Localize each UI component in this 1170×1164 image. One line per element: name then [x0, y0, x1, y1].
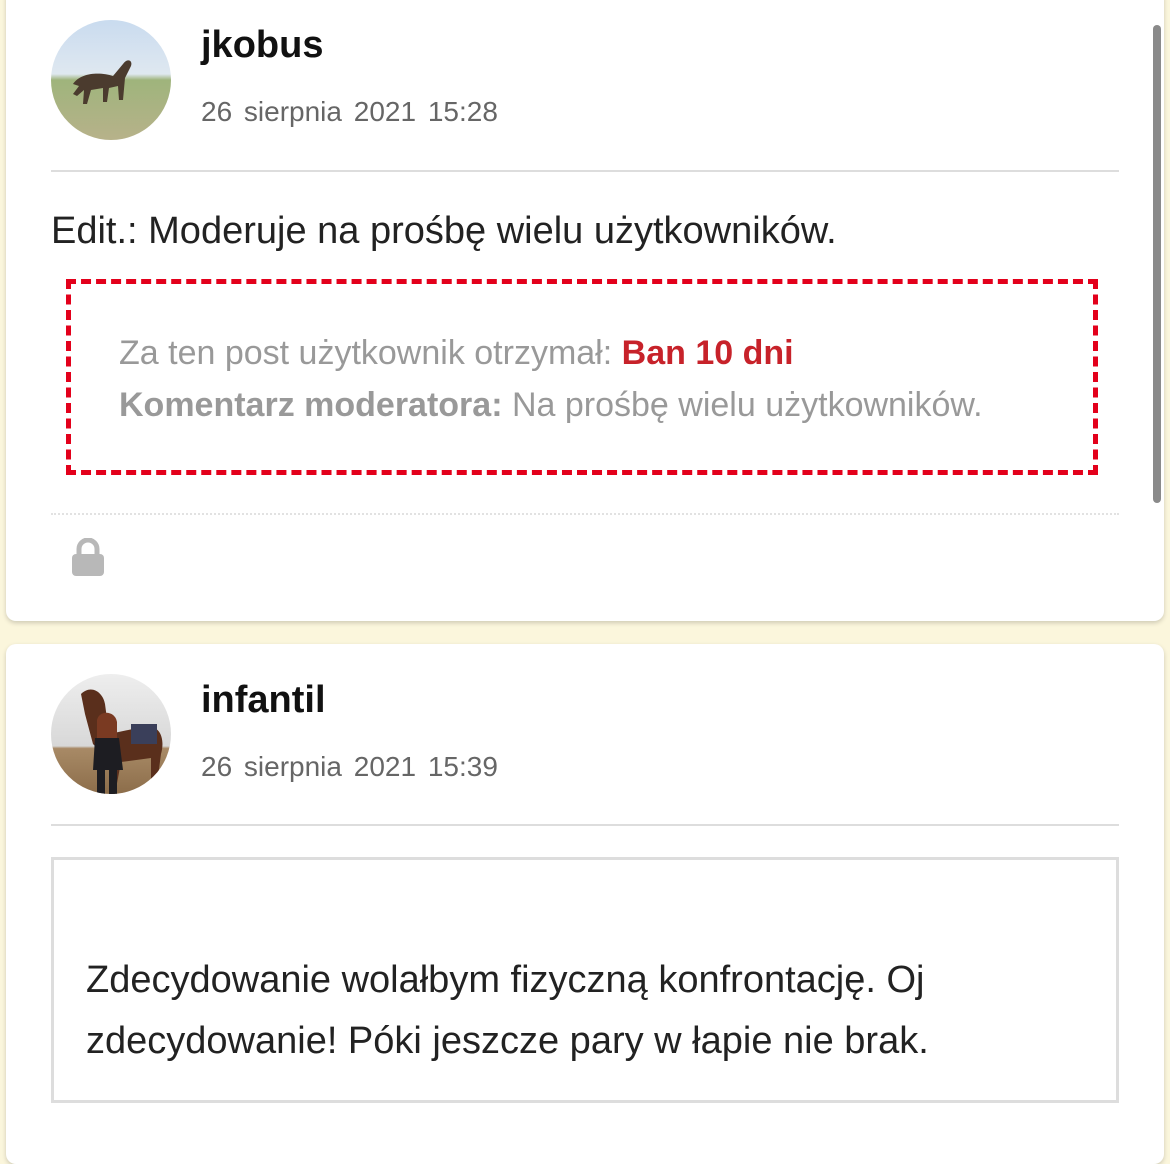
scrollbar[interactable]	[1153, 25, 1161, 503]
avatar[interactable]	[51, 674, 171, 794]
penalty-value: Ban 10 dni	[621, 334, 794, 372]
post-card: infantil 26 sierpnia 2021 15:39 Zdecydow…	[6, 644, 1164, 1164]
quote-box: Zdecydowanie wolałbym fizyczną konfronta…	[51, 857, 1119, 1103]
post-time: 15:28	[427, 96, 498, 127]
quote-text: Zdecydowanie wolałbym fizyczną konfronta…	[86, 959, 929, 1062]
post-timestamp: 26 sierpnia 2021 15:28	[201, 96, 498, 128]
username[interactable]: infantil	[201, 679, 326, 722]
header-divider	[51, 170, 1119, 172]
moderator-comment-line: Komentarz moderatora: Na prośbę wielu uż…	[119, 386, 983, 425]
username[interactable]: jkobus	[201, 24, 323, 67]
penalty-prefix: Za ten post użytkownik otrzymał:	[119, 334, 613, 372]
moderator-comment: Na prośbę wielu użytkowników.	[511, 386, 983, 424]
post-date: 26 sierpnia 2021	[201, 751, 417, 782]
post-date: 26 sierpnia 2021	[201, 96, 417, 127]
penalty-line: Za ten post użytkownik otrzymał: Ban 10 …	[119, 334, 794, 373]
moderation-notice: Za ten post użytkownik otrzymał: Ban 10 …	[66, 279, 1098, 475]
header-divider	[51, 824, 1119, 826]
avatar[interactable]	[51, 20, 171, 140]
post-body: Edit.: Moderuje na prośbę wielu użytkown…	[51, 210, 837, 252]
moderator-comment-label: Komentarz moderatora:	[119, 386, 503, 424]
post-timestamp: 26 sierpnia 2021 15:39	[201, 751, 498, 783]
post-card: jkobus 26 sierpnia 2021 15:28 Edit.: Mod…	[6, 0, 1164, 621]
footer-divider	[51, 513, 1119, 515]
post-time: 15:39	[427, 751, 498, 782]
lock-icon	[70, 537, 106, 578]
